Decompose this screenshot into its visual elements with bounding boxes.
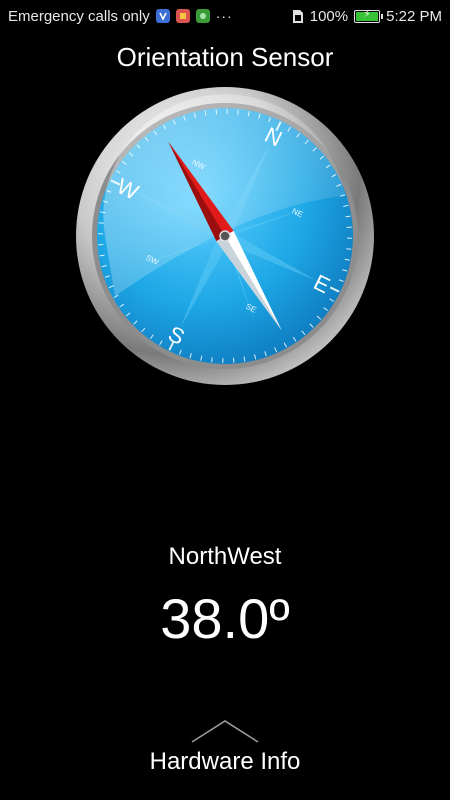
battery-icon: ⚡ — [354, 8, 384, 23]
hardware-info-button[interactable]: Hardware Info — [0, 748, 450, 776]
compass-dial: N E S W NE SE SW NW — [76, 87, 374, 385]
more-notifications-icon: ··· — [215, 8, 233, 24]
sim-card-icon — [292, 9, 304, 24]
carrier-status-text: Emergency calls only — [8, 7, 150, 25]
clock-text: 5:22 PM — [386, 7, 442, 25]
heading-degrees: 38.0º — [160, 587, 290, 650]
status-bar-right: 100% ⚡ 5:22 PM — [292, 8, 442, 25]
chevron-up-icon[interactable] — [190, 718, 260, 744]
battery-percent-text: 100% — [309, 7, 349, 25]
android-icon — [195, 9, 210, 23]
status-bar-left: Emergency calls only ··· — [8, 8, 233, 25]
app-screen: Emergency calls only ··· 100% ⚡ 5:22 PM … — [0, 0, 450, 800]
direction-label: NorthWest — [168, 543, 282, 570]
page-title: Orientation Sensor — [116, 42, 334, 72]
status-bar: Emergency calls only ··· 100% ⚡ 5:22 PM — [0, 0, 450, 32]
compass-widget: N E S W NE SE SW NW — [75, 86, 375, 386]
app-notification-icon — [175, 9, 190, 23]
vpn-icon — [155, 9, 170, 23]
charging-bolt-icon: ⚡ — [363, 8, 371, 20]
